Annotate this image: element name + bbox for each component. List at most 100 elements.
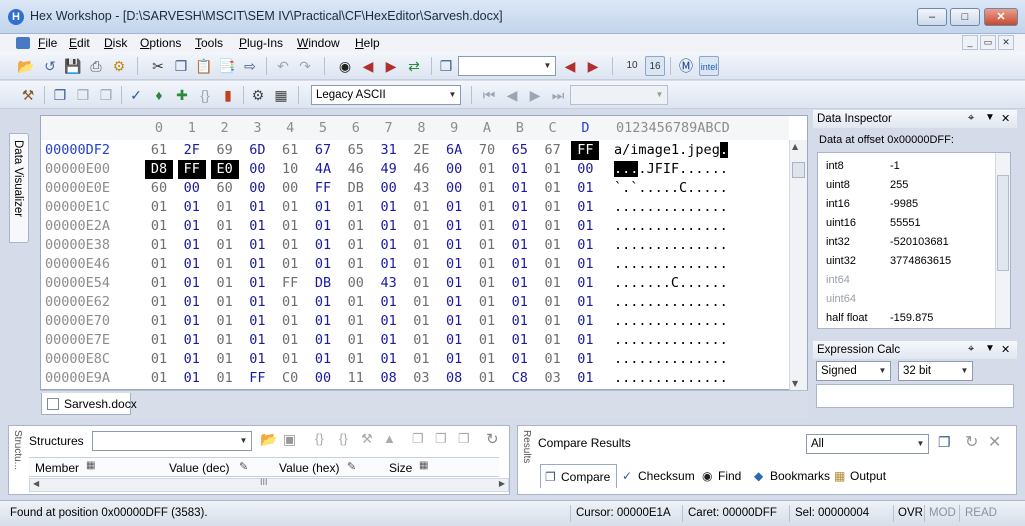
hex-row[interactable]: 00000E7E 01 01 01 01 01 01 01 01 01 01 01 01 01 01....… <box>41 331 789 350</box>
hex-byte[interactable]: 01 <box>145 331 173 350</box>
hex-byte[interactable]: 01 <box>145 236 173 255</box>
hex-byte[interactable]: 01 <box>506 274 534 293</box>
hex-byte[interactable]: 01 <box>276 293 304 312</box>
hex-byte[interactable]: 01 <box>178 331 206 350</box>
hex-byte[interactable]: 01 <box>243 217 271 236</box>
properties-icon[interactable]: ⚙ <box>109 56 129 76</box>
hex-byte[interactable]: 01 <box>375 255 403 274</box>
panel-close-icon[interactable]: ✕ <box>1001 112 1010 125</box>
mdi-minimize-button[interactable]: _ <box>962 35 978 50</box>
hex-byte[interactable]: 01 <box>342 236 370 255</box>
hex-byte[interactable]: 70 <box>473 141 501 160</box>
hex-byte[interactable]: 00 <box>375 179 403 198</box>
menu-window[interactable]: Window <box>297 34 340 52</box>
document-tab[interactable]: Sarvesh.docx <box>41 393 137 415</box>
ascii-text[interactable]: .............. <box>614 293 728 312</box>
hex-byte[interactable]: 2E <box>407 141 435 160</box>
structure-b-icon[interactable]: {} <box>339 431 348 446</box>
redo-icon[interactable]: ↷ <box>295 56 315 76</box>
hex-byte[interactable]: 01 <box>145 350 173 369</box>
add-icon[interactable]: ✚ <box>172 85 192 105</box>
hex-byte[interactable]: 01 <box>473 179 501 198</box>
menu-help[interactable]: Help <box>355 34 380 52</box>
undo-icon[interactable]: ↶ <box>273 56 293 76</box>
hex-byte[interactable]: 01 <box>407 274 435 293</box>
hex-byte[interactable]: 01 <box>342 293 370 312</box>
ascii-text[interactable]: .............. <box>614 198 728 217</box>
hex-byte[interactable]: 01 <box>145 369 173 388</box>
hex-byte[interactable]: 01 <box>145 312 173 331</box>
tab-find[interactable]: ◉ Find <box>698 464 747 488</box>
copy-icon[interactable]: ❐ <box>171 56 191 76</box>
hex-byte[interactable]: 01 <box>473 217 501 236</box>
hex-byte[interactable]: 01 <box>440 198 468 217</box>
hex-row[interactable]: 00000E2A 01 01 01 01 01 01 01 01 01 01 01 01 01 01....… <box>41 217 789 236</box>
hex-byte[interactable]: 01 <box>407 312 435 331</box>
hex-byte[interactable]: 01 <box>539 198 567 217</box>
hex-byte[interactable]: 01 <box>539 274 567 293</box>
hex-byte[interactable]: 01 <box>473 274 501 293</box>
ascii-text[interactable]: `.`.....C..... <box>614 179 728 198</box>
hex-byte[interactable]: 01 <box>539 160 567 179</box>
compare-close-icon[interactable]: ✕ <box>988 432 1001 452</box>
find-next-icon[interactable]: ▶ <box>381 56 401 76</box>
sign-select[interactable]: Signed ▼ <box>816 361 891 381</box>
scroll-thumb[interactable] <box>792 162 805 178</box>
hex-byte[interactable]: 01 <box>211 331 239 350</box>
hex-byte[interactable]: 03 <box>539 369 567 388</box>
hex-byte[interactable]: 01 <box>276 255 304 274</box>
hex-byte[interactable]: 01 <box>440 217 468 236</box>
hex-byte[interactable]: 01 <box>473 293 501 312</box>
hex-byte[interactable]: 46 <box>342 160 370 179</box>
hex-byte[interactable]: 01 <box>211 312 239 331</box>
hex-byte[interactable]: 01 <box>178 198 206 217</box>
hex-byte[interactable]: 4A <box>309 160 337 179</box>
hex-byte[interactable]: 61 <box>276 141 304 160</box>
hex-byte[interactable]: 01 <box>539 255 567 274</box>
hex-byte[interactable]: 01 <box>178 255 206 274</box>
hex-byte[interactable]: 43 <box>375 274 403 293</box>
hex-byte[interactable]: 00 <box>440 179 468 198</box>
hammer-icon[interactable]: ⚒ <box>18 85 38 105</box>
minimize-button[interactable]: – <box>917 8 947 26</box>
print-icon[interactable]: ⎙ <box>86 56 106 76</box>
hex-row[interactable]: 00000E46 01 01 01 01 01 01 01 01 01 01 01 01 01 01....… <box>41 255 789 274</box>
hex-byte[interactable]: 01 <box>539 179 567 198</box>
operations-icon[interactable]: ♦ <box>149 85 169 105</box>
structure-export-icon[interactable]: ❐ <box>458 431 470 447</box>
hex-byte[interactable]: 01 <box>309 293 337 312</box>
search-combo[interactable]: ▼ <box>458 56 556 76</box>
hex-row[interactable]: 00000E9A 01 01 01 FF C0 00 11 08 03 08 01 C8 03 01....… <box>41 369 789 388</box>
hex-byte[interactable]: 01 <box>243 331 271 350</box>
hex-byte[interactable]: 01 <box>539 293 567 312</box>
ascii-text[interactable]: .............. <box>614 217 728 236</box>
hex-byte[interactable]: 01 <box>571 293 599 312</box>
menu-plugins[interactable]: Plug-Ins <box>239 34 283 52</box>
pin-icon[interactable]: ⌖ <box>968 112 974 125</box>
hex-byte[interactable]: 01 <box>342 350 370 369</box>
hex-byte[interactable]: 01 <box>309 331 337 350</box>
hex-byte[interactable]: 01 <box>276 236 304 255</box>
hex-byte[interactable]: 01 <box>375 331 403 350</box>
menu-edit[interactable]: Edit <box>69 34 90 52</box>
col-size[interactable]: Size <box>389 461 412 475</box>
open-disk-icon[interactable]: ↺ <box>40 56 60 76</box>
hex-byte[interactable]: FF <box>177 160 206 179</box>
charset-select[interactable]: Legacy ASCII ▼ <box>311 85 461 105</box>
hex-byte[interactable]: 60 <box>145 179 173 198</box>
find-prev-icon[interactable]: ◀ <box>358 56 378 76</box>
hex-byte[interactable]: 01 <box>539 331 567 350</box>
hex-byte[interactable]: 01 <box>440 293 468 312</box>
structure-up-icon[interactable]: ▲ <box>383 431 396 446</box>
hex-byte[interactable]: 00 <box>276 179 304 198</box>
hex-byte[interactable]: 01 <box>539 350 567 369</box>
settings-icon[interactable]: ⚙ <box>248 85 268 105</box>
hex-byte[interactable]: 01 <box>243 350 271 369</box>
hex-byte[interactable]: 01 <box>309 350 337 369</box>
tab-bookmarks[interactable]: ◆ Bookmarks <box>750 464 836 488</box>
hex-byte[interactable]: 01 <box>211 198 239 217</box>
prev-icon[interactable]: ◀ <box>502 85 522 105</box>
hex-byte[interactable]: 00 <box>342 274 370 293</box>
hex-mode-icon[interactable]: 16 <box>645 56 665 76</box>
tab-compare[interactable]: ❐ Compare <box>540 464 618 488</box>
